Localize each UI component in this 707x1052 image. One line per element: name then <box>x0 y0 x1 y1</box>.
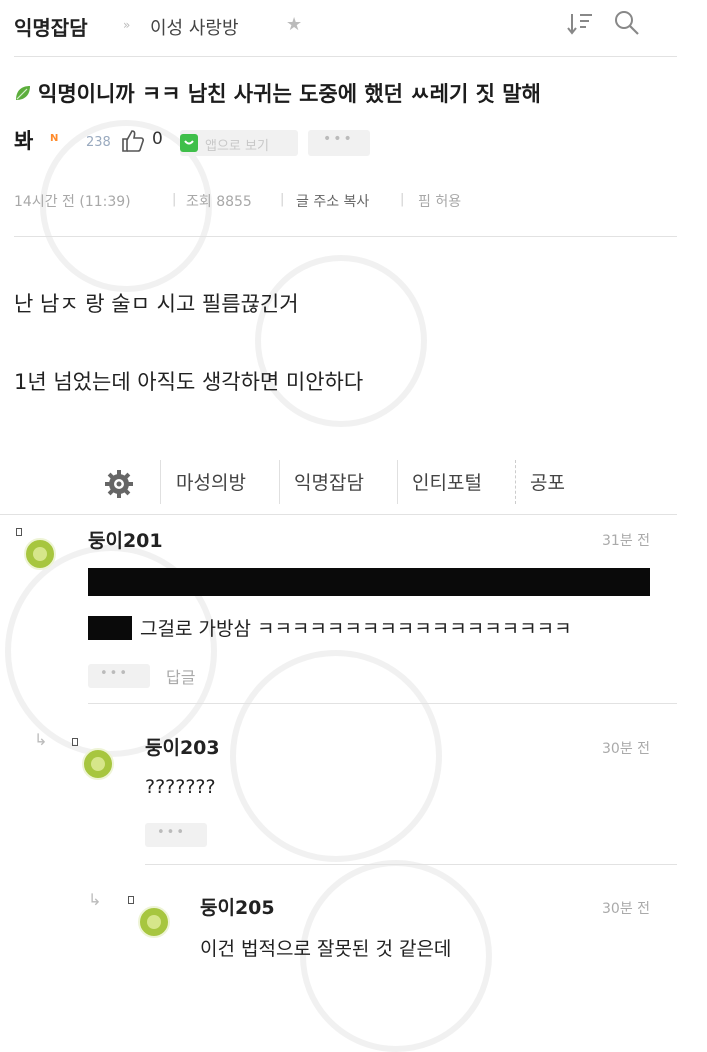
meta-divider: | <box>172 192 177 207</box>
app-icon <box>180 134 198 152</box>
board-name[interactable]: 이성 사랑방 <box>150 14 239 40</box>
meta-divider: | <box>400 192 405 207</box>
header-title[interactable]: 익명잡담 <box>14 12 88 41</box>
copy-address-link[interactable]: 글 주소 복사 <box>296 191 369 211</box>
more-dots-icon: ••• <box>157 825 187 840</box>
redacted-text <box>88 616 132 640</box>
watermark <box>230 650 442 862</box>
tab-divider <box>515 460 517 504</box>
search-icon[interactable] <box>612 8 642 38</box>
watermark <box>255 255 427 427</box>
post-title-continued: 봐 <box>14 129 34 153</box>
app-view-label: 앱으로 보기 <box>205 139 269 154</box>
sort-icon[interactable] <box>566 10 598 38</box>
header-divider <box>14 56 677 57</box>
tab-board-1[interactable]: 마성의방 <box>176 468 246 495</box>
meta-divider: | <box>280 192 285 207</box>
star-icon[interactable]: ★ <box>286 14 302 35</box>
tabs-divider <box>0 514 677 515</box>
comment-marker-icon <box>72 738 78 746</box>
comment-divider <box>145 864 677 865</box>
comment-text: 이건 법적으로 잘못된 것 같은데 <box>200 938 452 960</box>
more-dots-icon: ••• <box>323 131 354 147</box>
tab-divider <box>160 460 161 504</box>
tab-board-4[interactable]: 공포 <box>530 468 565 495</box>
post-title: 익명이니까 ㅋㅋ 남친 사귀는 도중에 했던 ㅆ레기 짓 말해 <box>38 82 541 106</box>
avatar <box>24 538 56 570</box>
thumbs-up-icon[interactable] <box>120 129 146 157</box>
reply-arrow-icon: ↳ <box>88 890 102 909</box>
tab-board-3[interactable]: 인티포털 <box>412 468 482 495</box>
post-views: 조회 8855 <box>186 194 252 210</box>
avatar <box>82 748 114 780</box>
post-body-line: 1년 넘었는데 아직도 생각하면 미안하다 <box>14 370 364 394</box>
comment-text: ??????? <box>145 776 216 798</box>
comment-time: 31분 전 <box>602 533 651 549</box>
tab-board-2[interactable]: 익명잡담 <box>294 468 364 495</box>
comment-author[interactable]: 둥이201 <box>88 526 163 553</box>
gear-icon[interactable] <box>103 468 135 500</box>
post-count: 238 <box>86 135 111 150</box>
comment-text: 그걸로 가방삼 ㅋㅋㅋㅋㅋㅋㅋㅋㅋㅋㅋㅋㅋㅋㅋㅋㅋㅋ <box>140 618 572 640</box>
post-time: 14시간 전 (11:39) <box>14 194 131 210</box>
pin-allow: 핌 허용 <box>418 194 462 210</box>
comment-time: 30분 전 <box>602 741 651 757</box>
comment-author[interactable]: 둥이203 <box>145 733 220 760</box>
comment-marker-icon <box>16 528 22 536</box>
like-count: 0 <box>152 129 163 149</box>
reply-button[interactable]: 답글 <box>166 664 195 688</box>
leaf-icon <box>14 84 32 102</box>
tab-divider <box>279 460 280 504</box>
new-badge: N <box>50 133 59 144</box>
redacted-text <box>88 568 650 596</box>
comment-author[interactable]: 둥이205 <box>200 893 275 920</box>
meta-divider-line <box>14 236 677 237</box>
comment-time: 30분 전 <box>602 901 651 917</box>
tab-divider <box>397 460 398 504</box>
comment-marker-icon <box>128 896 134 904</box>
more-dots-icon: ••• <box>100 666 130 681</box>
reply-arrow-icon: ↳ <box>34 730 48 749</box>
avatar <box>138 906 170 938</box>
comment-divider <box>88 703 677 704</box>
post-body-line: 난 남ㅈ 랑 술ㅁ 시고 필름끊긴거 <box>14 292 299 316</box>
breadcrumb-separator: » <box>123 18 131 32</box>
